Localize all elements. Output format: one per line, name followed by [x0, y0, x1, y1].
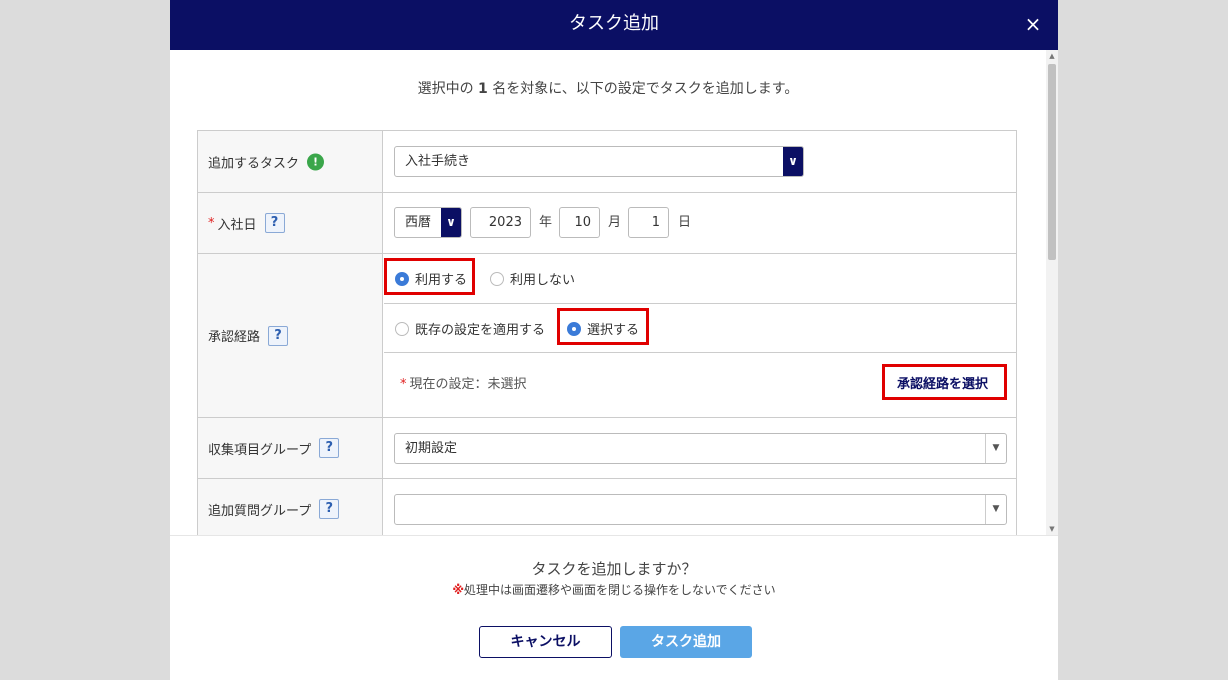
join-date-row: * 入社日 ? 西暦 ∨ 2023 年 10 月 1 日: [198, 193, 1016, 254]
approval-route-label: 承認経路: [208, 330, 261, 345]
era-select[interactable]: 西暦 ∨: [394, 207, 462, 238]
radio-not-use[interactable]: 利用しない: [490, 269, 575, 288]
radio-unchecked-icon: [490, 271, 504, 286]
required-mark: *: [208, 215, 215, 231]
scroll-down-icon[interactable]: ▼: [1046, 523, 1058, 535]
collection-group-row: 収集項目グループ ? 初期設定 ▼: [198, 418, 1016, 479]
year-input[interactable]: 2023: [470, 207, 531, 238]
confirm-text: タスクを追加しますか？: [531, 560, 697, 578]
cancel-button[interactable]: キャンセル: [479, 626, 612, 658]
current-setting-text: * 現在の設定：未選択: [400, 377, 527, 392]
settings-form: 追加するタスク ! 入社手続き ∨ * 入社日 ? 西暦 ∨ 2023 年 10…: [197, 130, 1017, 535]
radio-select[interactable]: 選択する: [567, 319, 639, 338]
day-unit: 日: [678, 215, 692, 230]
modal-title: タスク追加: [569, 13, 659, 34]
scrollbar[interactable]: ▲ ▼: [1046, 50, 1058, 535]
task-select[interactable]: 入社手続き ∨: [394, 146, 804, 177]
modal-body: 選択中の 1 名を対象に、以下の設定でタスクを追加します。 追加するタスク ! …: [170, 50, 1058, 535]
modal-footer: タスクを追加しますか？ ※処理中は画面遷移や画面を閉じる操作をしないでください …: [170, 535, 1058, 680]
radio-unchecked-icon: [395, 321, 409, 336]
question-group-row: 追加質問グループ ? ▼: [198, 479, 1016, 535]
radio-existing[interactable]: 既存の設定を適用する: [395, 319, 545, 338]
add-task-button[interactable]: タスク追加: [620, 626, 752, 658]
help-icon[interactable]: ?: [268, 325, 289, 346]
intro-text: 選択中の 1 名を対象に、以下の設定でタスクを追加します。: [417, 81, 799, 97]
task-label: 追加するタスク: [208, 156, 300, 171]
approval-route-row: 承認経路 ? 利用する 利用しない 既存の設定を適用する 選択する * 現在の設…: [198, 254, 1016, 418]
caret-down-icon: ▼: [985, 495, 1006, 524]
chevron-down-icon: ∨: [441, 208, 461, 237]
chevron-down-icon: ∨: [783, 147, 803, 176]
target-count: 1: [478, 81, 488, 97]
radio-use[interactable]: 利用する: [395, 269, 467, 288]
caret-down-icon: ▼: [985, 434, 1006, 463]
help-icon[interactable]: ?: [319, 499, 340, 519]
info-icon: !: [307, 153, 325, 170]
question-group-select[interactable]: ▼: [394, 494, 1007, 525]
divider: [384, 352, 1016, 353]
task-add-modal: タスク追加 × 選択中の 1 名を対象に、以下の設定でタスクを追加します。 追加…: [170, 0, 1058, 680]
help-icon[interactable]: ?: [264, 213, 285, 233]
month-input[interactable]: 10: [559, 207, 600, 238]
warning-text: ※処理中は画面遷移や画面を閉じる操作をしないでください: [452, 583, 776, 597]
collection-group-label: 収集項目グループ: [208, 442, 312, 458]
task-row: 追加するタスク ! 入社手続き ∨: [198, 131, 1016, 193]
modal-header: タスク追加 ×: [170, 0, 1058, 50]
question-group-label: 追加質問グループ: [208, 503, 312, 519]
collection-group-select[interactable]: 初期設定 ▼: [394, 433, 1007, 464]
radio-checked-icon: [395, 271, 409, 286]
divider: [384, 303, 1016, 304]
month-unit: 月: [608, 215, 622, 230]
join-date-label: 入社日: [217, 217, 257, 233]
radio-checked-icon: [567, 321, 581, 336]
day-input[interactable]: 1: [628, 207, 669, 238]
close-icon[interactable]: ×: [1020, 11, 1046, 37]
scroll-thumb[interactable]: [1048, 64, 1056, 260]
select-approval-route-button[interactable]: 承認経路を選択: [897, 373, 988, 392]
scroll-up-icon[interactable]: ▲: [1046, 50, 1058, 62]
year-unit: 年: [539, 215, 553, 230]
help-icon[interactable]: ?: [319, 438, 340, 458]
